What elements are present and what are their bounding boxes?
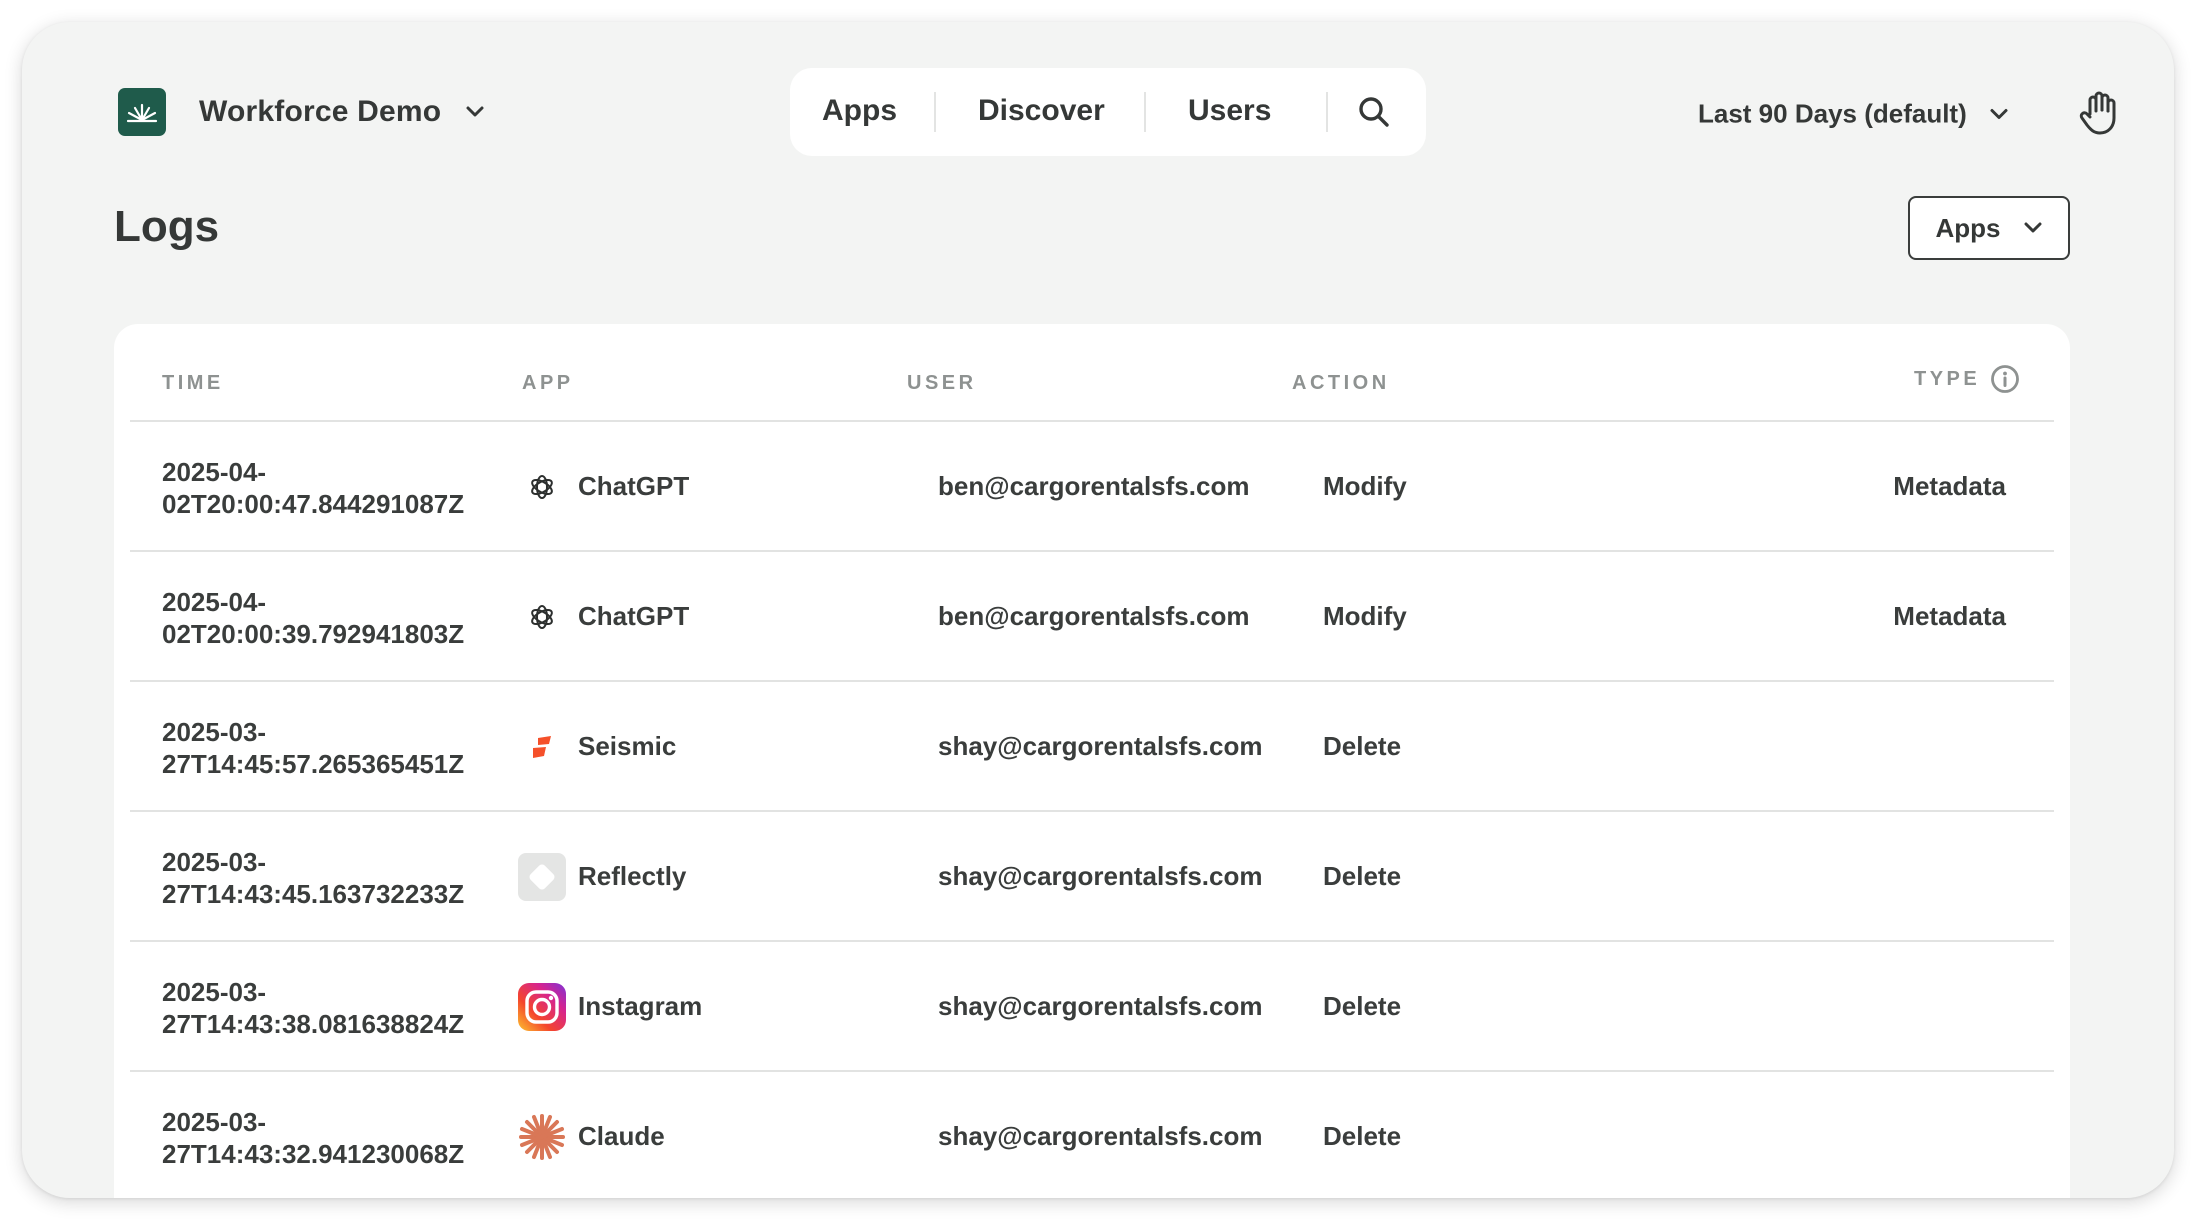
info-icon[interactable] bbox=[1990, 364, 2020, 394]
action-label: Delete bbox=[1323, 991, 1402, 1021]
nav-users[interactable]: Users bbox=[1188, 94, 1271, 128]
nav-divider bbox=[934, 92, 936, 132]
table-row[interactable]: 2025-04- 02T20:00:39.792941803Z ChatGPT … bbox=[130, 552, 2054, 682]
app-name: Seismic bbox=[578, 731, 677, 761]
table-row[interactable]: 2025-03- 27T14:43:38.081638824Z Instagra… bbox=[130, 942, 2054, 1072]
time-clock: 27T14:45:57.265365451Z bbox=[162, 749, 465, 779]
table-row[interactable]: 2025-03- 27T14:45:57.265365451Z Seismic … bbox=[130, 682, 2054, 812]
time-date: 2025-03- bbox=[162, 1107, 267, 1137]
app-name: ChatGPT bbox=[578, 601, 690, 631]
column-header-app[interactable]: APP bbox=[522, 372, 574, 395]
time-clock: 27T14:43:38.081638824Z bbox=[162, 1009, 465, 1039]
time-date: 2025-04- bbox=[162, 587, 267, 617]
chatgpt-icon bbox=[518, 593, 566, 641]
action-label: Delete bbox=[1323, 1121, 1402, 1151]
time-date: 2025-03- bbox=[162, 847, 267, 877]
time-date: 2025-03- bbox=[162, 977, 267, 1007]
search-icon[interactable] bbox=[1356, 94, 1392, 130]
top-nav: Apps Discover Users bbox=[790, 68, 1426, 156]
time-clock: 02T20:00:39.792941803Z bbox=[162, 619, 465, 649]
time-cell: 2025-03- 27T14:43:45.163732233Z bbox=[162, 846, 502, 910]
time-cell: 2025-04- 02T20:00:39.792941803Z bbox=[162, 586, 502, 650]
date-range-selector[interactable]: Last 90 Days (default) bbox=[1698, 99, 2009, 130]
date-range-label: Last 90 Days (default) bbox=[1698, 98, 1967, 129]
type-label: Metadata bbox=[1893, 601, 2006, 631]
action-label: Modify bbox=[1323, 601, 1407, 631]
chatgpt-icon bbox=[518, 463, 566, 511]
chevron-down-icon bbox=[465, 105, 485, 119]
column-header-type[interactable]: TYPE bbox=[1914, 368, 1980, 391]
time-cell: 2025-03- 27T14:43:38.081638824Z bbox=[162, 976, 502, 1040]
app-name: Instagram bbox=[578, 991, 703, 1021]
seismic-icon bbox=[518, 723, 566, 771]
reflectly-icon bbox=[518, 853, 566, 901]
user-email: shay@cargorentalsfs.com bbox=[938, 1121, 1263, 1151]
time-clock: 27T14:43:45.163732233Z bbox=[162, 879, 465, 909]
table-row[interactable]: 2025-03- 27T14:43:32.941230068Z Claude s… bbox=[130, 1072, 2054, 1198]
action-label: Delete bbox=[1323, 731, 1402, 761]
column-header-time[interactable]: TIME bbox=[162, 372, 224, 395]
column-header-user[interactable]: USER bbox=[907, 372, 977, 395]
chevron-down-icon bbox=[2023, 221, 2043, 235]
nav-discover[interactable]: Discover bbox=[978, 94, 1105, 128]
claude-icon bbox=[518, 1113, 566, 1161]
action-label: Modify bbox=[1323, 471, 1407, 501]
time-date: 2025-03- bbox=[162, 717, 267, 747]
time-clock: 02T20:00:47.844291087Z bbox=[162, 489, 465, 519]
type-label: Metadata bbox=[1893, 471, 2006, 501]
user-email: shay@cargorentalsfs.com bbox=[938, 991, 1263, 1021]
table-header: TIME APP USER ACTION TYPE bbox=[130, 324, 2054, 422]
page-title: Logs bbox=[114, 202, 220, 251]
hand-icon[interactable] bbox=[2076, 90, 2122, 136]
nav-divider bbox=[1144, 92, 1146, 132]
user-email: ben@cargorentalsfs.com bbox=[938, 471, 1250, 501]
user-email: shay@cargorentalsfs.com bbox=[938, 731, 1263, 761]
filter-label: Apps bbox=[1935, 212, 2001, 243]
table-row[interactable]: 2025-04- 02T20:00:47.844291087Z ChatGPT … bbox=[130, 422, 2054, 552]
app-name: Reflectly bbox=[578, 861, 687, 891]
app-name: ChatGPT bbox=[578, 471, 690, 501]
app-name: Claude bbox=[578, 1121, 665, 1151]
time-date: 2025-04- bbox=[162, 457, 267, 487]
time-cell: 2025-03- 27T14:43:32.941230068Z bbox=[162, 1106, 502, 1170]
app-window: Workforce Demo Apps Discover Users Last … bbox=[22, 22, 2174, 1198]
workspace-logo-icon bbox=[118, 88, 166, 136]
column-header-action[interactable]: ACTION bbox=[1292, 372, 1390, 395]
apps-filter-button[interactable]: Apps bbox=[1908, 196, 2070, 260]
time-cell: 2025-04- 02T20:00:47.844291087Z bbox=[162, 456, 502, 520]
table-row[interactable]: 2025-03- 27T14:43:45.163732233Z Reflectl… bbox=[130, 812, 2054, 942]
user-email: shay@cargorentalsfs.com bbox=[938, 861, 1263, 891]
nav-divider bbox=[1326, 92, 1328, 132]
time-clock: 27T14:43:32.941230068Z bbox=[162, 1139, 465, 1169]
logs-table: TIME APP USER ACTION TYPE 2025-04- 02T20… bbox=[114, 324, 2070, 1198]
workspace-name: Workforce Demo bbox=[199, 95, 442, 128]
time-cell: 2025-03- 27T14:45:57.265365451Z bbox=[162, 716, 502, 780]
action-label: Delete bbox=[1323, 861, 1402, 891]
instagram-icon bbox=[518, 983, 566, 1031]
nav-apps[interactable]: Apps bbox=[822, 94, 897, 128]
user-email: ben@cargorentalsfs.com bbox=[938, 601, 1250, 631]
workspace-switcher[interactable]: Workforce Demo bbox=[118, 87, 485, 137]
chevron-down-icon bbox=[1989, 107, 2009, 121]
